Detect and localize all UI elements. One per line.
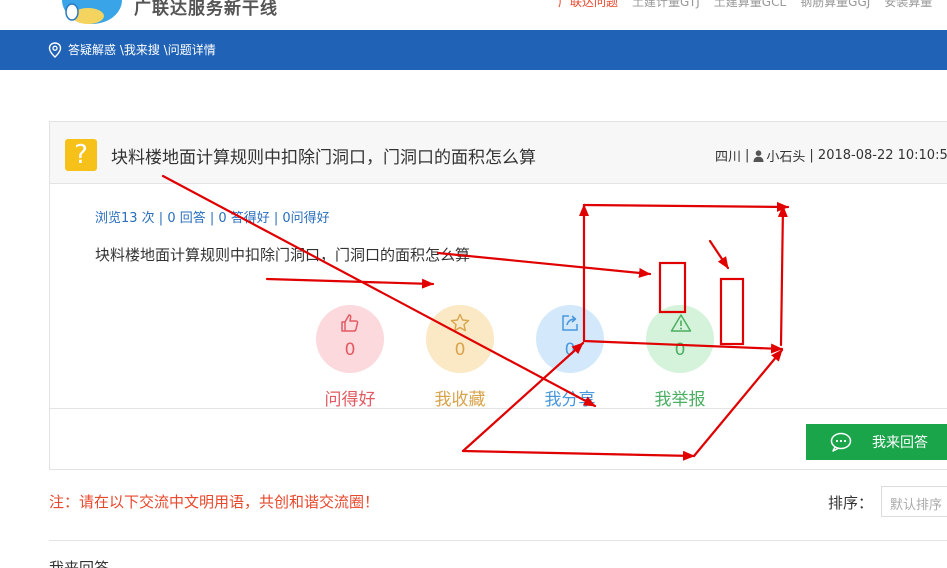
chat-bubble-icon — [830, 432, 852, 452]
good-question-circle[interactable]: 0 — [316, 305, 384, 373]
question-title: 块料楼地面计算规则中扣除门洞口，门洞口的面积怎么算 — [111, 148, 536, 168]
report-button[interactable]: 0 我举报 — [640, 305, 720, 410]
good-question-button[interactable]: 0 问得好 — [310, 305, 390, 410]
card-divider — [50, 408, 947, 409]
answer-button[interactable]: 我来回答 — [806, 424, 947, 460]
question-body: 块料楼地面计算规则中扣除门洞口，门洞口的面积怎么算 — [95, 246, 471, 264]
question-time: | 2018-08-22 10:10:51 — [809, 148, 947, 163]
answer-button-label[interactable]: 我来回答 — [872, 432, 928, 452]
question-card: ? 块料楼地面计算规则中扣除门洞口，门洞口的面积怎么算 四川 | 小石头 | 2… — [49, 121, 947, 470]
question-region: 四川 — [715, 150, 742, 165]
question-author[interactable]: 小石头 — [766, 146, 805, 165]
nav-item-install[interactable]: 安装算量 — [884, 0, 932, 10]
star-icon — [450, 313, 470, 332]
share-label[interactable]: 我分享 — [530, 385, 610, 410]
sort-label: 排序： — [828, 494, 874, 512]
top-nav: 广联达问题 土建计量GTJ 土建算量GCL 钢筋算量GGJ 安装算量 — [558, 0, 932, 10]
meta-separator: | — [745, 148, 750, 163]
user-icon — [753, 149, 764, 162]
question-mark-icon: ? — [65, 139, 97, 171]
nav-item-gcl[interactable]: 土建算量GCL — [714, 0, 786, 10]
nav-item-gtj[interactable]: 土建计量GTJ — [632, 0, 700, 10]
warning-icon — [670, 314, 692, 332]
location-pin-icon — [48, 41, 62, 58]
share-count: 0 — [564, 340, 576, 360]
thumbs-up-icon — [341, 314, 359, 332]
report-circle[interactable]: 0 — [646, 305, 714, 373]
my-answer-heading: 我来回答 — [49, 559, 110, 568]
top-header: 广联达服务新干线 广联达问题 土建计量GTJ 土建算量GCL 钢筋算量GGJ 安… — [0, 0, 947, 30]
favorite-circle[interactable]: 0 — [426, 305, 494, 373]
breadcrumb: 答疑解惑 \我来搜 \问题详情 — [48, 41, 216, 58]
good-question-count: 0 — [344, 340, 356, 360]
nav-item-ggj[interactable]: 钢筋算量GGJ — [800, 0, 870, 10]
question-actions: 0 问得好 0 我收藏 0 我分享 0 我举报 — [310, 305, 730, 410]
share-circle[interactable]: 0 — [536, 305, 604, 373]
question-header: ? 块料楼地面计算规则中扣除门洞口，门洞口的面积怎么算 四川 | 小石头 | 2… — [50, 122, 947, 184]
share-icon — [562, 315, 578, 331]
nav-item-questions[interactable]: 广联达问题 — [558, 0, 618, 10]
section-divider — [49, 540, 947, 541]
favorite-label[interactable]: 我收藏 — [420, 385, 500, 410]
civility-notice: 注：请在以下交流中文明用语，共创和谐交流圈！ — [49, 493, 380, 511]
question-stats: 浏览13 次 | 0 回答 | 0 答得好 | 0问得好 — [95, 211, 330, 226]
breadcrumb-bar: 答疑解惑 \我来搜 \问题详情 — [0, 30, 947, 70]
site-title[interactable]: 广联达服务新干线 — [134, 0, 278, 19]
report-count: 0 — [674, 340, 686, 360]
favorite-count: 0 — [454, 340, 466, 360]
sort-select[interactable]: 默认排序 — [881, 486, 947, 517]
share-button[interactable]: 0 我分享 — [530, 305, 610, 410]
report-label[interactable]: 我举报 — [640, 385, 720, 410]
breadcrumb-text[interactable]: 答疑解惑 \我来搜 \问题详情 — [68, 41, 216, 58]
question-meta: 四川 | 小石头 | 2018-08-22 10:10:51 — [715, 146, 947, 165]
favorite-button[interactable]: 0 我收藏 — [420, 305, 500, 410]
good-question-label[interactable]: 问得好 — [310, 385, 390, 410]
mascot-logo-icon[interactable] — [58, 0, 122, 26]
page: 广联达服务新干线 广联达问题 土建计量GTJ 土建算量GCL 钢筋算量GGJ 安… — [0, 0, 947, 568]
